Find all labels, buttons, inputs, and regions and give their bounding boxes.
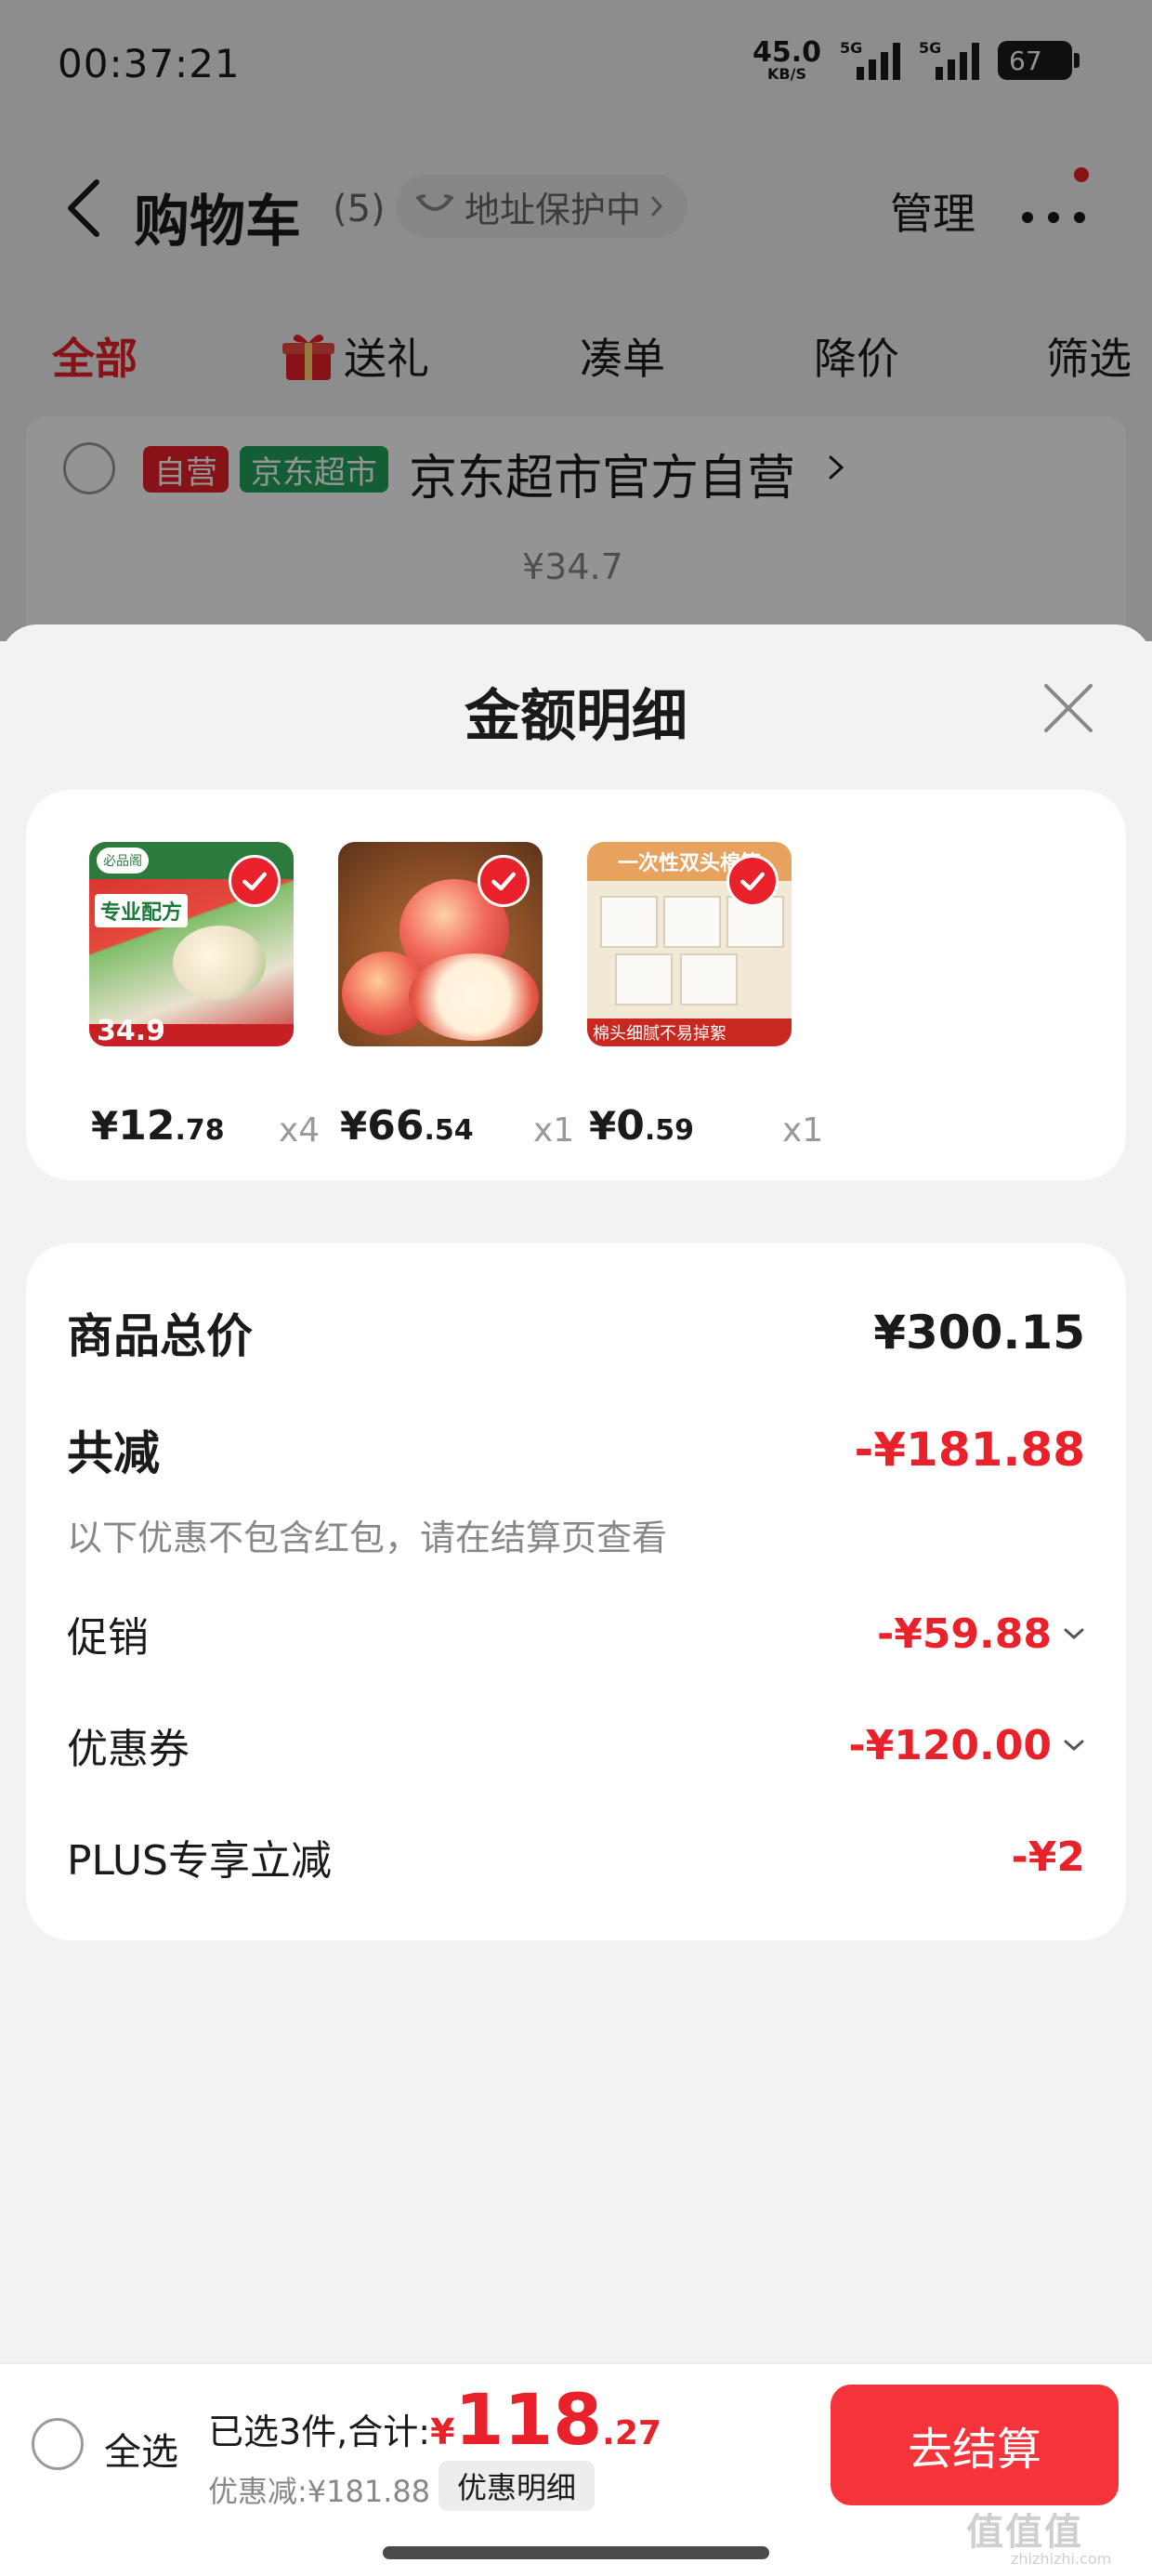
amount-detail-sheet: 金额明细 必品阁 专业配方 34.9 ¥12.78 x4 ¥66.54 x1 一… (0, 624, 1152, 2362)
product-thumbnail: 一次性双头棉签 棉头细腻不易掉絮 (587, 842, 792, 1046)
total-decimal: .27 (602, 2414, 661, 2452)
item-price: ¥66.54 (340, 1102, 474, 1150)
checkmark-icon (229, 855, 281, 907)
total-integer: 118 (454, 2378, 603, 2461)
select-all-label[interactable]: 全选 (104, 2422, 178, 2476)
coupon-value-wrap: -¥120.00 (848, 1722, 1085, 1769)
total-line: 已选3件,合计: ¥ 118 .27 (208, 2385, 661, 2455)
close-icon[interactable] (1041, 680, 1096, 736)
price-symbol: ¥ (340, 1103, 368, 1149)
sheet-title: 金额明细 (465, 684, 687, 749)
cotton-box (663, 896, 721, 948)
price-decimal: .59 (644, 1114, 695, 1147)
promo-value: -¥59.88 (876, 1610, 1052, 1658)
price-integer: 12 (118, 1102, 176, 1150)
item-quantity: x1 (533, 1111, 575, 1150)
coupon-row[interactable]: 优惠券 -¥120.00 (67, 1715, 1085, 1775)
price-integer: 0 (616, 1102, 645, 1150)
discount-note: 以下优惠不包含红包，请在结算页查看 (67, 1518, 668, 1558)
promo-row[interactable]: 促销 -¥59.88 (67, 1604, 1085, 1663)
reduce-label: 共减 (67, 1426, 160, 1480)
product-thumbnail: 必品阁 专业配方 34.9 (89, 842, 294, 1046)
product-thumbnail (338, 842, 543, 1046)
cotton-box (615, 953, 673, 1005)
total-value: ¥300.15 (873, 1306, 1085, 1360)
chevron-down-icon[interactable] (1063, 1626, 1085, 1641)
thumb-footer: 棉头细腻不易掉絮 (587, 1019, 792, 1046)
price-decimal: .78 (175, 1114, 225, 1147)
item-quantity: x1 (782, 1111, 824, 1150)
item-price: ¥0.59 (589, 1102, 694, 1150)
coupon-label: 优惠券 (67, 1726, 190, 1773)
cotton-box (680, 953, 738, 1005)
selected-items-card: 必品阁 专业配方 34.9 ¥12.78 x4 ¥66.54 x1 一次性双头棉… (26, 790, 1126, 1180)
thumb-logo: 必品阁 (97, 848, 149, 874)
item-price: ¥12.78 (91, 1102, 225, 1150)
cotton-box (600, 896, 658, 948)
checkmark-icon (478, 855, 530, 907)
dumpling-image (173, 926, 266, 1000)
checkout-bar: 全选 已选3件,合计: ¥ 118 .27 优惠减:¥181.88 优惠明细 去… (0, 2362, 1152, 2576)
promo-label: 促销 (67, 1614, 149, 1662)
promo-value-wrap: -¥59.88 (877, 1610, 1085, 1658)
watermark-url: zhizhizhi.com (1011, 2550, 1112, 2568)
checkout-button[interactable]: 去结算 (831, 2385, 1119, 2505)
price-summary-card: 商品总价 ¥300.15 共减 -¥181.88 以下优惠不包含红包，请在结算页… (26, 1243, 1126, 1940)
coupon-value: -¥120.00 (848, 1721, 1052, 1769)
plus-label: PLUS专享立减 (67, 1837, 332, 1885)
total-label: 商品总价 (67, 1309, 253, 1363)
plus-value: -¥2 (1011, 1833, 1086, 1881)
selected-text: 已选3件,合计: (208, 2412, 431, 2452)
price-integer: 66 (367, 1102, 425, 1150)
price-decimal: .54 (424, 1114, 474, 1147)
apple-slice-image (409, 953, 539, 1041)
chevron-down-icon[interactable] (1063, 1738, 1085, 1753)
price-symbol: ¥ (589, 1103, 617, 1149)
checkmark-icon (727, 855, 779, 907)
thumb-tagline: 专业配方 (95, 894, 189, 927)
total-row: 商品总价 ¥300.15 (67, 1299, 1085, 1366)
price-symbol: ¥ (91, 1103, 119, 1149)
thumb-price: 34.9 (97, 1015, 166, 1046)
reduce-value: -¥181.88 (854, 1423, 1086, 1477)
discount-detail-button[interactable]: 优惠明细 (439, 2461, 596, 2511)
select-all-radio[interactable] (32, 2418, 84, 2470)
item-quantity: x4 (279, 1111, 321, 1150)
home-indicator[interactable] (383, 2546, 769, 2559)
reduce-row: 共减 -¥181.88 (67, 1416, 1085, 1483)
discount-text: 优惠减:¥181.88 (208, 2474, 431, 2509)
plus-row: PLUS专享立减 -¥2 (67, 1827, 1085, 1886)
dim-overlay[interactable] (0, 0, 1152, 641)
total-symbol: ¥ (430, 2412, 455, 2452)
watermark: 值值值 (966, 2511, 1083, 2554)
